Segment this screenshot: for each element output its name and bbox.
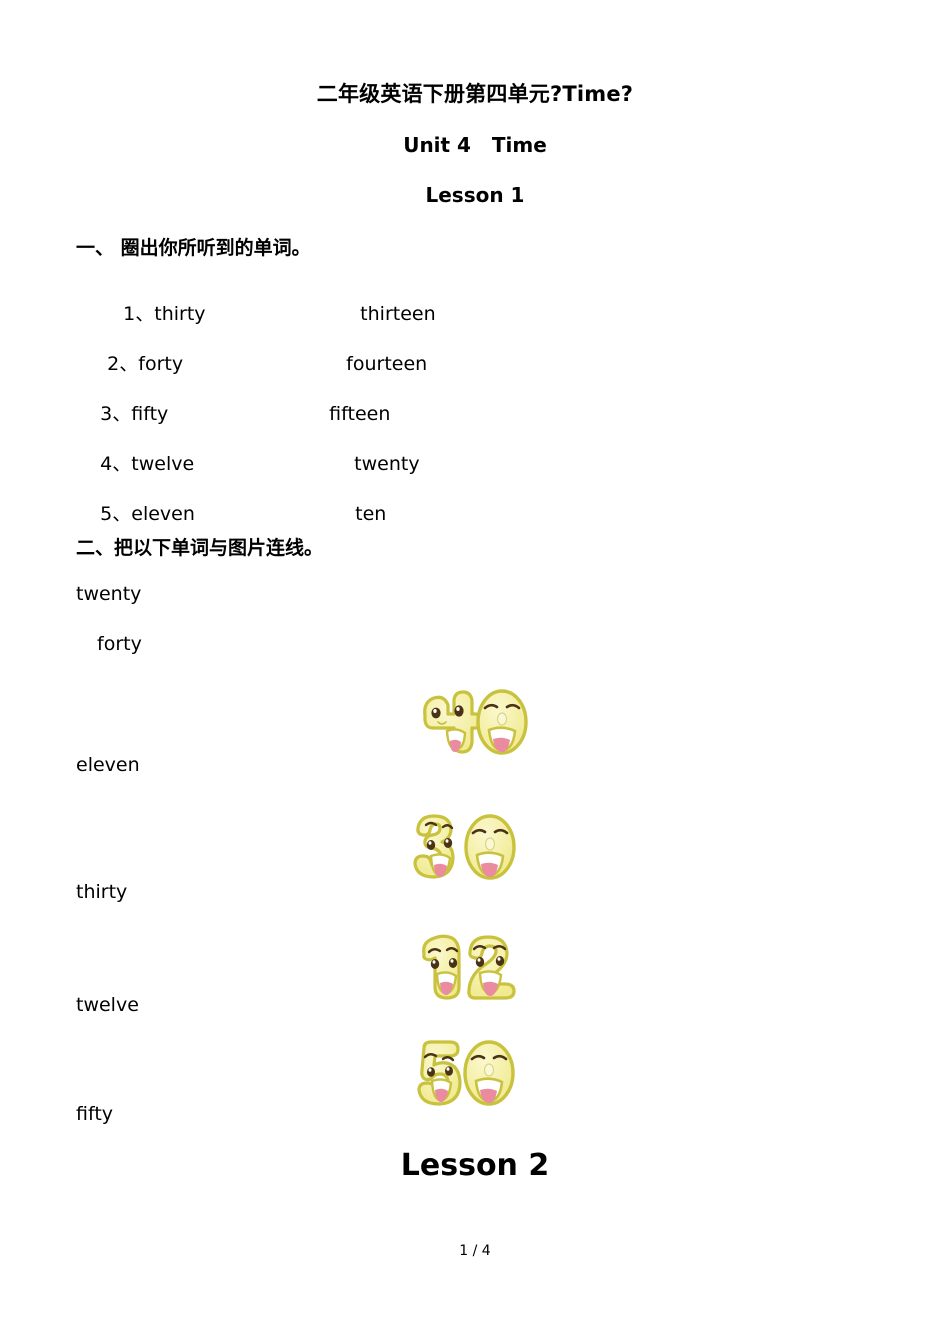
exercise-one-item-right: twenty [330, 436, 419, 493]
exercise-one-heading: 一、 圈出你所听到的单词。 [76, 237, 311, 259]
digit-four-glyph [423, 690, 483, 754]
digit-zero-glyph [476, 689, 528, 755]
exercise-one-item-right: fourteen [322, 336, 427, 393]
item-option-right[interactable]: ten [355, 505, 386, 524]
match-word-twenty[interactable]: twenty [76, 585, 141, 604]
exercise-one-item-right: fifteen [305, 386, 390, 443]
item-option-left[interactable]: forty [138, 355, 183, 374]
exercise-one-item: 3、fifty [76, 386, 168, 443]
item-option-left[interactable]: eleven [131, 505, 195, 524]
item-option-left[interactable]: twelve [131, 455, 194, 474]
exercise-one-item: 4、twelve [76, 436, 194, 493]
unit-title: Unit 4 Time [403, 133, 547, 157]
digit-three-glyph [413, 814, 455, 879]
match-word-thirty[interactable]: thirty [76, 883, 127, 902]
page-number-footer: 1 / 4 [459, 1243, 491, 1259]
document-title: 二年级英语下册第四单元?Time? [316, 82, 634, 106]
digit-two-glyph [467, 935, 516, 1000]
worksheet-page: 二年级英语下册第四单元?Time? Unit 4 Time Lesson 1 一… [0, 0, 950, 1344]
item-option-right[interactable]: thirteen [360, 305, 435, 324]
item-number: 5、 [100, 503, 132, 525]
match-word-fifty[interactable]: fifty [76, 1105, 113, 1124]
number-30-cartoon[interactable] [400, 810, 518, 884]
digit-zero-glyph [464, 814, 516, 880]
digit-one-glyph [422, 934, 461, 1000]
item-option-right[interactable]: fifteen [329, 405, 390, 424]
lesson-2-heading: Lesson 2 [400, 1148, 550, 1183]
exercise-one-item-right: ten [331, 486, 386, 543]
match-word-twelve[interactable]: twelve [76, 996, 139, 1015]
match-word-forty[interactable]: forty [97, 635, 142, 654]
exercise-one-item: 2、forty [83, 336, 183, 393]
digit-zero-glyph [463, 1040, 515, 1106]
exercise-two-heading: 二、把以下单词与图片连线。 [76, 537, 324, 559]
lesson-1-heading: Lesson 1 [425, 183, 525, 207]
item-number: 2、 [107, 353, 139, 375]
item-option-left[interactable]: fifty [131, 405, 168, 424]
number-50-cartoon[interactable] [404, 1036, 516, 1110]
number-40-cartoon[interactable] [411, 686, 529, 758]
item-number: 3、 [100, 403, 132, 425]
exercise-one-item: 1、thirty [99, 286, 205, 343]
item-option-left[interactable]: thirty [154, 305, 205, 324]
item-option-right[interactable]: twenty [354, 455, 419, 474]
item-option-right[interactable]: fourteen [346, 355, 427, 374]
number-12-cartoon[interactable] [412, 930, 524, 1004]
digit-five-glyph [417, 1040, 462, 1106]
exercise-one-item-right: thirteen [336, 286, 435, 343]
item-number: 1、 [123, 303, 155, 325]
match-word-eleven[interactable]: eleven [76, 756, 140, 775]
item-number: 4、 [100, 453, 132, 475]
